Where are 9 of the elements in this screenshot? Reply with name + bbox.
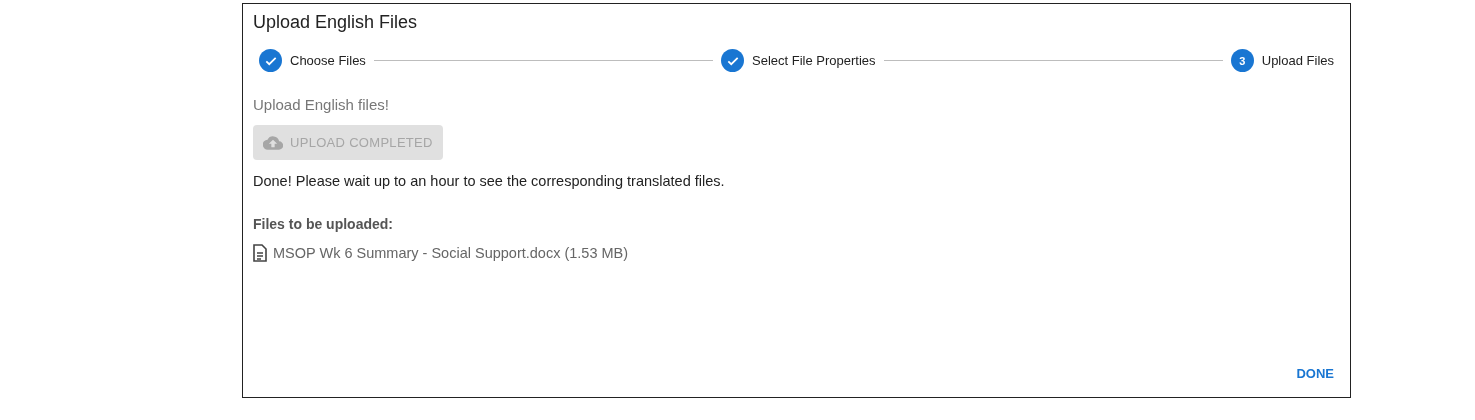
file-name: MSOP Wk 6 Summary - Social Support.docx (1.53 MB) bbox=[273, 245, 629, 261]
step-number: 3 bbox=[1230, 49, 1254, 72]
step-label: Select File Properties bbox=[752, 53, 876, 68]
dialog-title: Upload English Files bbox=[253, 12, 419, 33]
step-label: Upload Files bbox=[1261, 53, 1334, 68]
files-heading: Files to be uploaded: bbox=[253, 216, 394, 232]
status-message: Done! Please wait up to an hour to see the corresponding translated files. bbox=[253, 173, 726, 189]
done-button[interactable]: DONE bbox=[1296, 362, 1334, 385]
step-label: Choose Files bbox=[290, 53, 366, 68]
